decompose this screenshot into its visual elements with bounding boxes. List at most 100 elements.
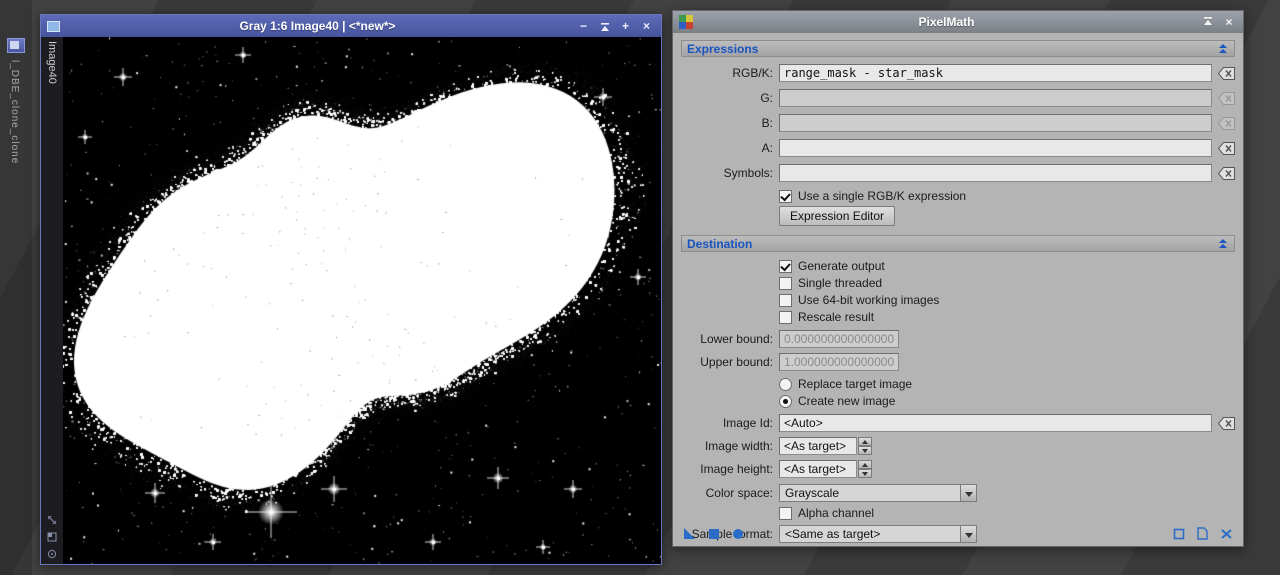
reset-icon[interactable] — [1220, 528, 1233, 540]
zoom-mode-icon[interactable] — [47, 515, 57, 525]
apply-global-icon[interactable] — [708, 528, 720, 540]
b-input — [779, 114, 1212, 132]
single-threaded-label[interactable]: Single threaded — [798, 276, 882, 290]
close-icon[interactable]: × — [1221, 11, 1237, 33]
single-rgbk-checkbox[interactable] — [779, 189, 792, 203]
use-64bit-checkbox[interactable] — [779, 293, 792, 307]
generate-output-label[interactable]: Generate output — [798, 259, 885, 273]
upper-bound-label: Upper bound: — [700, 355, 773, 369]
single-threaded-row: Single threaded — [779, 276, 1235, 290]
replace-target-row: Replace target image — [779, 377, 1235, 391]
color-space-label: Color space: — [705, 486, 773, 500]
realtime-preview-icon[interactable] — [732, 528, 744, 540]
image-height-input[interactable] — [779, 460, 857, 478]
b-row: B: — [681, 114, 1235, 132]
symbols-input[interactable] — [779, 164, 1212, 182]
iconize-icon[interactable]: − — [575, 15, 592, 37]
color-space-value: Grayscale — [785, 486, 840, 500]
clear-rgbk-icon[interactable] — [1218, 66, 1235, 80]
image-window: Gray 1:6 Image40 | <*new*> − + × Image40 — [40, 14, 662, 565]
collapse-section-icon[interactable] — [1217, 43, 1229, 54]
a-row: A: — [681, 139, 1235, 157]
expression-editor-button[interactable]: Expression Editor — [779, 206, 896, 226]
lower-bound-row: Lower bound: — [681, 330, 1235, 348]
image-window-mode-icons — [47, 515, 57, 559]
section-destination-title: Destination — [687, 236, 753, 251]
rgbk-input[interactable] — [779, 64, 1212, 82]
image-width-label: Image width: — [704, 439, 773, 453]
a-label: A: — [761, 141, 773, 155]
image-width-input[interactable] — [779, 437, 857, 455]
process-footer — [683, 527, 1233, 540]
create-new-label[interactable]: Create new image — [798, 394, 895, 408]
g-row: G: — [681, 89, 1235, 107]
alpha-channel-checkbox[interactable] — [779, 506, 792, 520]
shade-icon[interactable] — [596, 15, 613, 37]
image-window-sidebar: Image40 — [41, 37, 63, 564]
shade-icon[interactable] — [1200, 11, 1216, 33]
workspace: l_DBE_clone_clone Gray 1:6 Image40 | <*n… — [0, 0, 1280, 575]
pixelmath-titlebar[interactable]: PixelMath × — [673, 11, 1243, 33]
rgbk-label: RGB/K: — [732, 66, 773, 80]
use-64bit-row: Use 64-bit working images — [779, 293, 1235, 307]
symbols-row: Symbols: — [681, 164, 1235, 182]
image-window-titlebar[interactable]: Gray 1:6 Image40 | <*new*> − + × — [41, 15, 661, 37]
single-threaded-checkbox[interactable] — [779, 276, 792, 290]
rescale-result-label[interactable]: Rescale result — [798, 310, 874, 324]
rescale-result-row: Rescale result — [779, 310, 1235, 324]
lower-bound-label: Lower bound: — [700, 332, 773, 346]
iconized-window-tab[interactable]: l_DBE_clone_clone — [9, 60, 20, 164]
image-tab-label[interactable]: Image40 — [46, 41, 58, 84]
clear-symbols-icon[interactable] — [1218, 166, 1235, 180]
alpha-channel-label[interactable]: Alpha channel — [798, 506, 874, 520]
readout-mode-icon[interactable] — [47, 549, 57, 559]
pixelmath-icon — [679, 15, 693, 29]
b-label: B: — [761, 116, 773, 130]
color-space-row: Color space: Grayscale — [681, 484, 1235, 502]
image-id-row: Image Id: — [681, 414, 1235, 432]
g-input — [779, 89, 1212, 107]
chevron-down-icon[interactable] — [960, 485, 976, 501]
replace-target-label[interactable]: Replace target image — [798, 377, 912, 391]
collapse-section-icon[interactable] — [1217, 238, 1229, 249]
image-window-menu-icon[interactable] — [47, 20, 60, 32]
pixelmath-title: PixelMath — [918, 15, 975, 29]
image-id-input[interactable] — [779, 414, 1212, 432]
upper-bound-row: Upper bound: — [681, 353, 1235, 371]
rescale-result-checkbox[interactable] — [779, 310, 792, 324]
image-width-stepper[interactable] — [858, 437, 872, 455]
new-instance-icon[interactable] — [1197, 527, 1208, 540]
image-canvas[interactable] — [63, 37, 661, 564]
image-window-title: Gray 1:6 Image40 | <*new*> — [239, 19, 396, 33]
clear-g-icon — [1218, 91, 1235, 105]
create-new-radio[interactable] — [779, 394, 792, 408]
expression-editor-row: Expression Editor — [779, 206, 1235, 226]
zoom-icon[interactable]: + — [617, 15, 634, 37]
section-expressions[interactable]: Expressions — [681, 40, 1235, 57]
create-new-row: Create new image — [779, 394, 1235, 408]
section-expressions-title: Expressions — [687, 41, 759, 56]
clear-b-icon — [1218, 116, 1235, 130]
close-icon[interactable]: × — [638, 15, 655, 37]
apply-icon[interactable] — [683, 527, 696, 540]
browse-documentation-icon[interactable] — [1173, 528, 1185, 540]
color-space-select[interactable]: Grayscale — [779, 484, 977, 502]
image-height-row: Image height: — [681, 460, 1235, 478]
single-rgbk-label[interactable]: Use a single RGB/K expression — [798, 189, 966, 203]
replace-target-radio[interactable] — [779, 377, 792, 391]
pixelmath-window: PixelMath × Expressions RGB/K: G: — [672, 10, 1244, 547]
pan-mode-icon[interactable] — [47, 532, 57, 542]
alpha-channel-row: Alpha channel — [779, 506, 1235, 520]
image-height-stepper[interactable] — [858, 460, 872, 478]
generate-output-checkbox[interactable] — [779, 259, 792, 273]
upper-bound-input — [779, 353, 899, 371]
image-width-row: Image width: — [681, 437, 1235, 455]
image-height-label: Image height: — [700, 462, 773, 476]
clear-a-icon[interactable] — [1218, 141, 1235, 155]
a-input[interactable] — [779, 139, 1212, 157]
iconized-window-button[interactable] — [7, 38, 25, 53]
lower-bound-input — [779, 330, 899, 348]
use-64bit-label[interactable]: Use 64-bit working images — [798, 293, 939, 307]
section-destination[interactable]: Destination — [681, 235, 1235, 252]
clear-image-id-icon[interactable] — [1218, 416, 1235, 430]
